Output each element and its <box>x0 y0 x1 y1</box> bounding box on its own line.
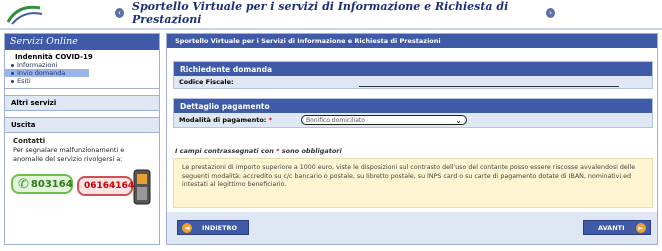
next-label: AVANTI <box>598 223 625 232</box>
inps-logo <box>6 5 43 25</box>
sidebar-item-invio-domanda[interactable]: Invio domanda <box>5 69 89 77</box>
fiscal-code-value <box>359 78 619 87</box>
arrow-right-icon: ► <box>636 222 646 233</box>
arrow-left-icon: ◄ <box>182 222 192 233</box>
sidebar-section-covid: Indennità COVID-19 Informazioni Invio do… <box>5 50 159 89</box>
phone-red: 06164164 <box>77 176 135 196</box>
chevron-right-icon[interactable]: › <box>545 8 555 18</box>
contacts-text: Per segnalare malfunzionamenti e anomali… <box>13 146 125 163</box>
phone-number-1: 803164 <box>30 178 73 190</box>
fiscal-code-label: Codice Fiscale: <box>179 78 234 86</box>
sidebar-item-uscita[interactable]: Uscita <box>5 117 159 133</box>
required-note-star: * <box>276 147 280 155</box>
payment-mode-row: Modalità di pagamento: * Bonifico domici… <box>174 113 652 127</box>
phone-number-2: 06164164 <box>84 181 135 191</box>
requester-title: Richiedente domanda <box>174 62 652 76</box>
header-divider <box>0 28 662 30</box>
payment-mode-label-text: Modalità di pagamento: <box>179 116 267 124</box>
next-button[interactable]: AVANTI ► <box>583 220 651 235</box>
page-header: ‹ Sportello Virtuale per i servizi di In… <box>115 0 555 26</box>
required-note-text-2: sono obbligatori <box>281 147 342 155</box>
sidebar-title: Servizi Online <box>5 34 159 50</box>
sidebar-item-esiti[interactable]: Esiti <box>5 77 159 85</box>
back-button[interactable]: ◄ INDIETRO <box>177 220 249 235</box>
contacts-panel: Contatti Per segnalare malfunzionamenti … <box>5 133 159 168</box>
mobile-phone-icon <box>133 169 151 205</box>
button-bar: ◄ INDIETRO AVANTI ► <box>167 212 657 244</box>
payment-mode-value: Bonifico domiciliato <box>306 116 365 124</box>
sidebar: Servizi Online Indennità COVID-19 Inform… <box>4 33 160 245</box>
info-box: Le prestazioni di importo superiore a 10… <box>173 158 653 208</box>
required-star: * <box>268 116 273 124</box>
back-label: INDIETRO <box>202 223 238 232</box>
sidebar-item-informazioni[interactable]: Informazioni <box>5 61 159 69</box>
header-title: Sportello Virtuale per i servizi di Info… <box>132 0 509 26</box>
main-title: Sportello Virtuale per i Servizi di Info… <box>167 34 657 48</box>
main-panel: Sportello Virtuale per i Servizi di Info… <box>166 33 658 245</box>
phone-icon: ✆ <box>18 176 29 192</box>
required-fields-note: I campi contrassegnati con * sono obblig… <box>175 147 342 155</box>
chevron-left-icon[interactable]: ‹ <box>115 8 125 18</box>
chevron-down-icon: ⌄ <box>455 115 462 125</box>
payment-section: Dettaglio pagamento Modalità di pagament… <box>173 98 653 128</box>
required-note-text: I campi contrassegnati con <box>175 147 274 155</box>
contacts-title: Contatti <box>13 137 46 145</box>
fiscal-code-row: Codice Fiscale: <box>174 76 652 88</box>
requester-section: Richiedente domanda Codice Fiscale: <box>173 61 653 89</box>
phone-green: ✆ 803164 <box>11 174 73 194</box>
payment-mode-label: Modalità di pagamento: * <box>179 116 301 124</box>
sidebar-item-altri-servizi[interactable]: Altri servizi <box>5 95 159 111</box>
sidebar-section-covid-label[interactable]: Indennità COVID-19 <box>5 53 159 61</box>
payment-title: Dettaglio pagamento <box>174 99 652 113</box>
payment-mode-select[interactable]: Bonifico domiciliato ⌄ <box>301 115 467 125</box>
